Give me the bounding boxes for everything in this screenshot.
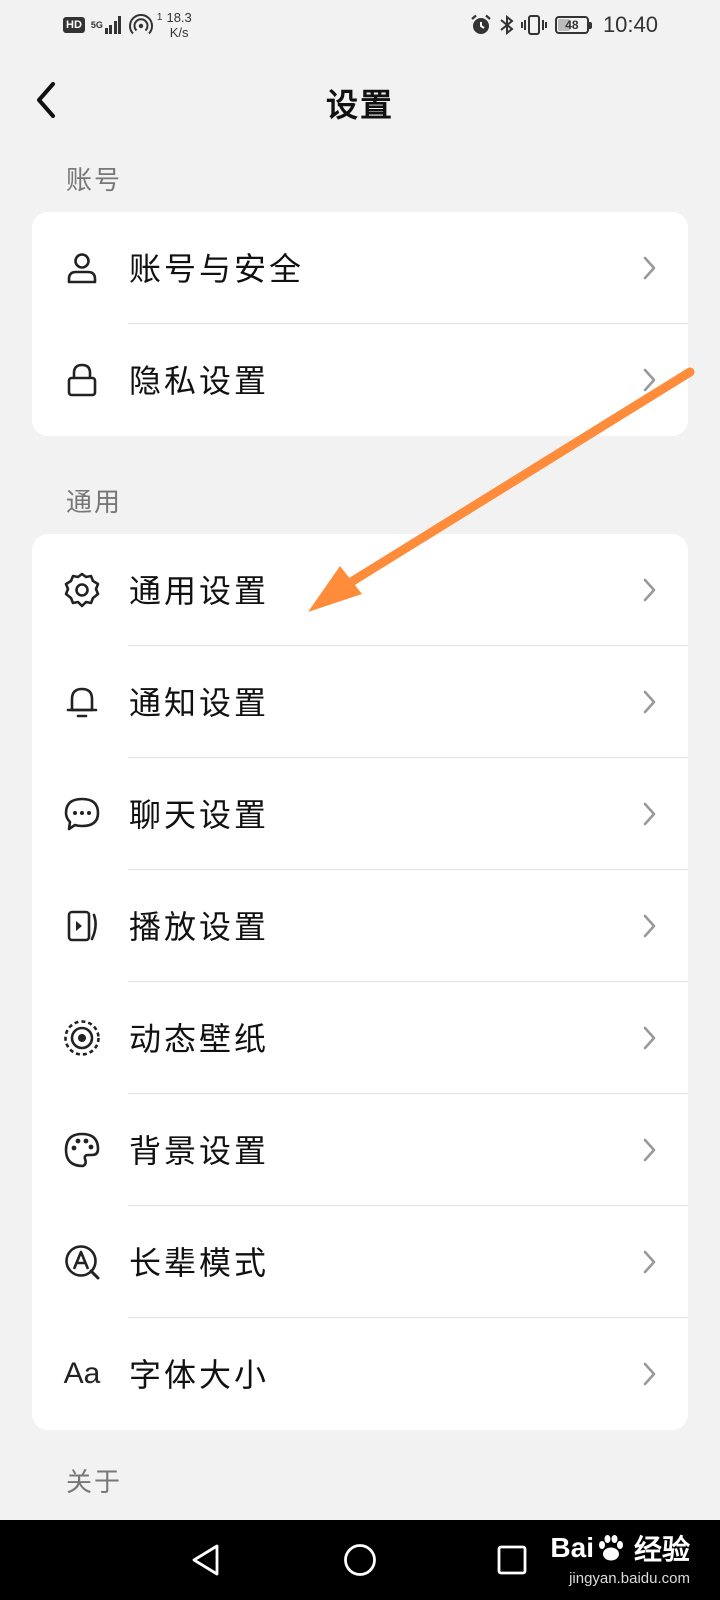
settings-item-live-wallpaper[interactable]: 动态壁纸 [32, 982, 688, 1094]
page-title: 设置 [325, 86, 394, 124]
chevron-right-icon [643, 578, 656, 602]
section-label-account: 账号 [66, 166, 123, 196]
chevron-right-icon [643, 1026, 656, 1050]
gear-icon [62, 570, 102, 610]
top-nav-bar: 设置 [0, 60, 720, 140]
settings-item-playback[interactable]: 播放设置 [32, 870, 688, 982]
triangle-back-icon [192, 1544, 219, 1576]
chevron-right-icon [643, 914, 656, 938]
network-type: 5G [90, 19, 103, 30]
chevron-right-icon [643, 802, 656, 826]
settings-item-notification[interactable]: 通知设置 [32, 646, 688, 758]
settings-item-background[interactable]: 背景设置 [32, 1094, 688, 1206]
chevron-right-icon [643, 256, 656, 280]
settings-item-label: 通用设置 [129, 572, 270, 610]
person-icon [62, 248, 102, 288]
settings-item-font-size[interactable]: Aa 字体大小 [32, 1318, 688, 1430]
font-size-icon-text: Aa [63, 1357, 101, 1390]
clock: 10:40 [602, 12, 658, 37]
square-recents-icon [497, 1545, 527, 1575]
watermark-url: jingyan.baidu.com [569, 1570, 690, 1587]
settings-item-label: 长辈模式 [129, 1244, 270, 1282]
bluetooth-icon [500, 14, 514, 36]
watermark-brand-right: 经验 [633, 1533, 690, 1566]
alarm-icon [471, 14, 491, 34]
settings-item-chat[interactable]: 聊天设置 [32, 758, 688, 870]
settings-item-privacy[interactable]: 隐私设置 [32, 324, 688, 436]
section-label-general: 通用 [66, 488, 123, 518]
chevron-right-icon [643, 690, 656, 714]
status-bar: HD 5G 1 18.3 K/s 48 10:40 [0, 0, 720, 50]
settings-item-label: 聊天设置 [129, 796, 270, 834]
chevron-right-icon [643, 1250, 656, 1274]
live-wallpaper-icon [62, 1018, 102, 1058]
settings-item-label: 背景设置 [129, 1132, 270, 1170]
settings-item-general[interactable]: 通用设置 [32, 534, 688, 646]
settings-item-label: 隐私设置 [129, 362, 270, 400]
settings-item-account-security[interactable]: 账号与安全 [32, 212, 688, 324]
nav-home-button[interactable] [336, 1536, 384, 1584]
settings-item-label: 播放设置 [129, 908, 270, 946]
general-settings-card: 通用设置 通知设置 聊天设置 播放设置 动态壁纸 背景设置 长辈模式 Aa 字体… [32, 534, 688, 1430]
battery-level: 48 [565, 18, 579, 32]
settings-item-elder-mode[interactable]: 长辈模式 [32, 1206, 688, 1318]
section-label-about: 关于 [66, 1468, 123, 1498]
nav-back-button[interactable] [182, 1536, 230, 1584]
chat-bubble-icon [62, 794, 102, 834]
cellular-signal-icon: 5G [91, 16, 123, 34]
battery-icon: 48 [554, 16, 592, 34]
nav-recents-button[interactable] [488, 1536, 536, 1584]
paw-logo-icon [598, 1535, 623, 1561]
circle-home-icon [344, 1544, 376, 1576]
sim-indicator: 1 [156, 12, 163, 23]
chevron-right-icon [643, 1138, 656, 1162]
font-size-icon: Aa [62, 1354, 102, 1394]
chevron-right-icon [643, 1362, 656, 1386]
play-screen-icon [62, 906, 102, 946]
hd-badge: HD [63, 17, 85, 33]
lock-icon [62, 360, 102, 400]
palette-icon [62, 1130, 102, 1170]
watermark-brand-left: Bai [550, 1532, 594, 1563]
settings-item-label: 账号与安全 [129, 250, 305, 288]
settings-item-label: 字体大小 [129, 1356, 270, 1394]
bell-icon [62, 682, 102, 722]
system-nav-bar: Bai 经验 jingyan.baidu.com [0, 1520, 720, 1600]
account-settings-card: 账号与安全 隐私设置 [32, 212, 688, 436]
elder-mode-icon [62, 1242, 102, 1282]
chevron-right-icon [643, 368, 656, 392]
baidu-jingyan-watermark: Bai 经验 jingyan.baidu.com [550, 1528, 690, 1587]
speed-unit: K/s [169, 25, 189, 40]
settings-item-label: 通知设置 [129, 684, 270, 722]
speed-value: 18.3 [166, 10, 192, 25]
settings-item-label: 动态壁纸 [129, 1020, 270, 1058]
network-speed: 18.3 K/s [166, 10, 191, 40]
hotspot-icon [128, 14, 153, 35]
vibrate-icon [520, 15, 547, 35]
